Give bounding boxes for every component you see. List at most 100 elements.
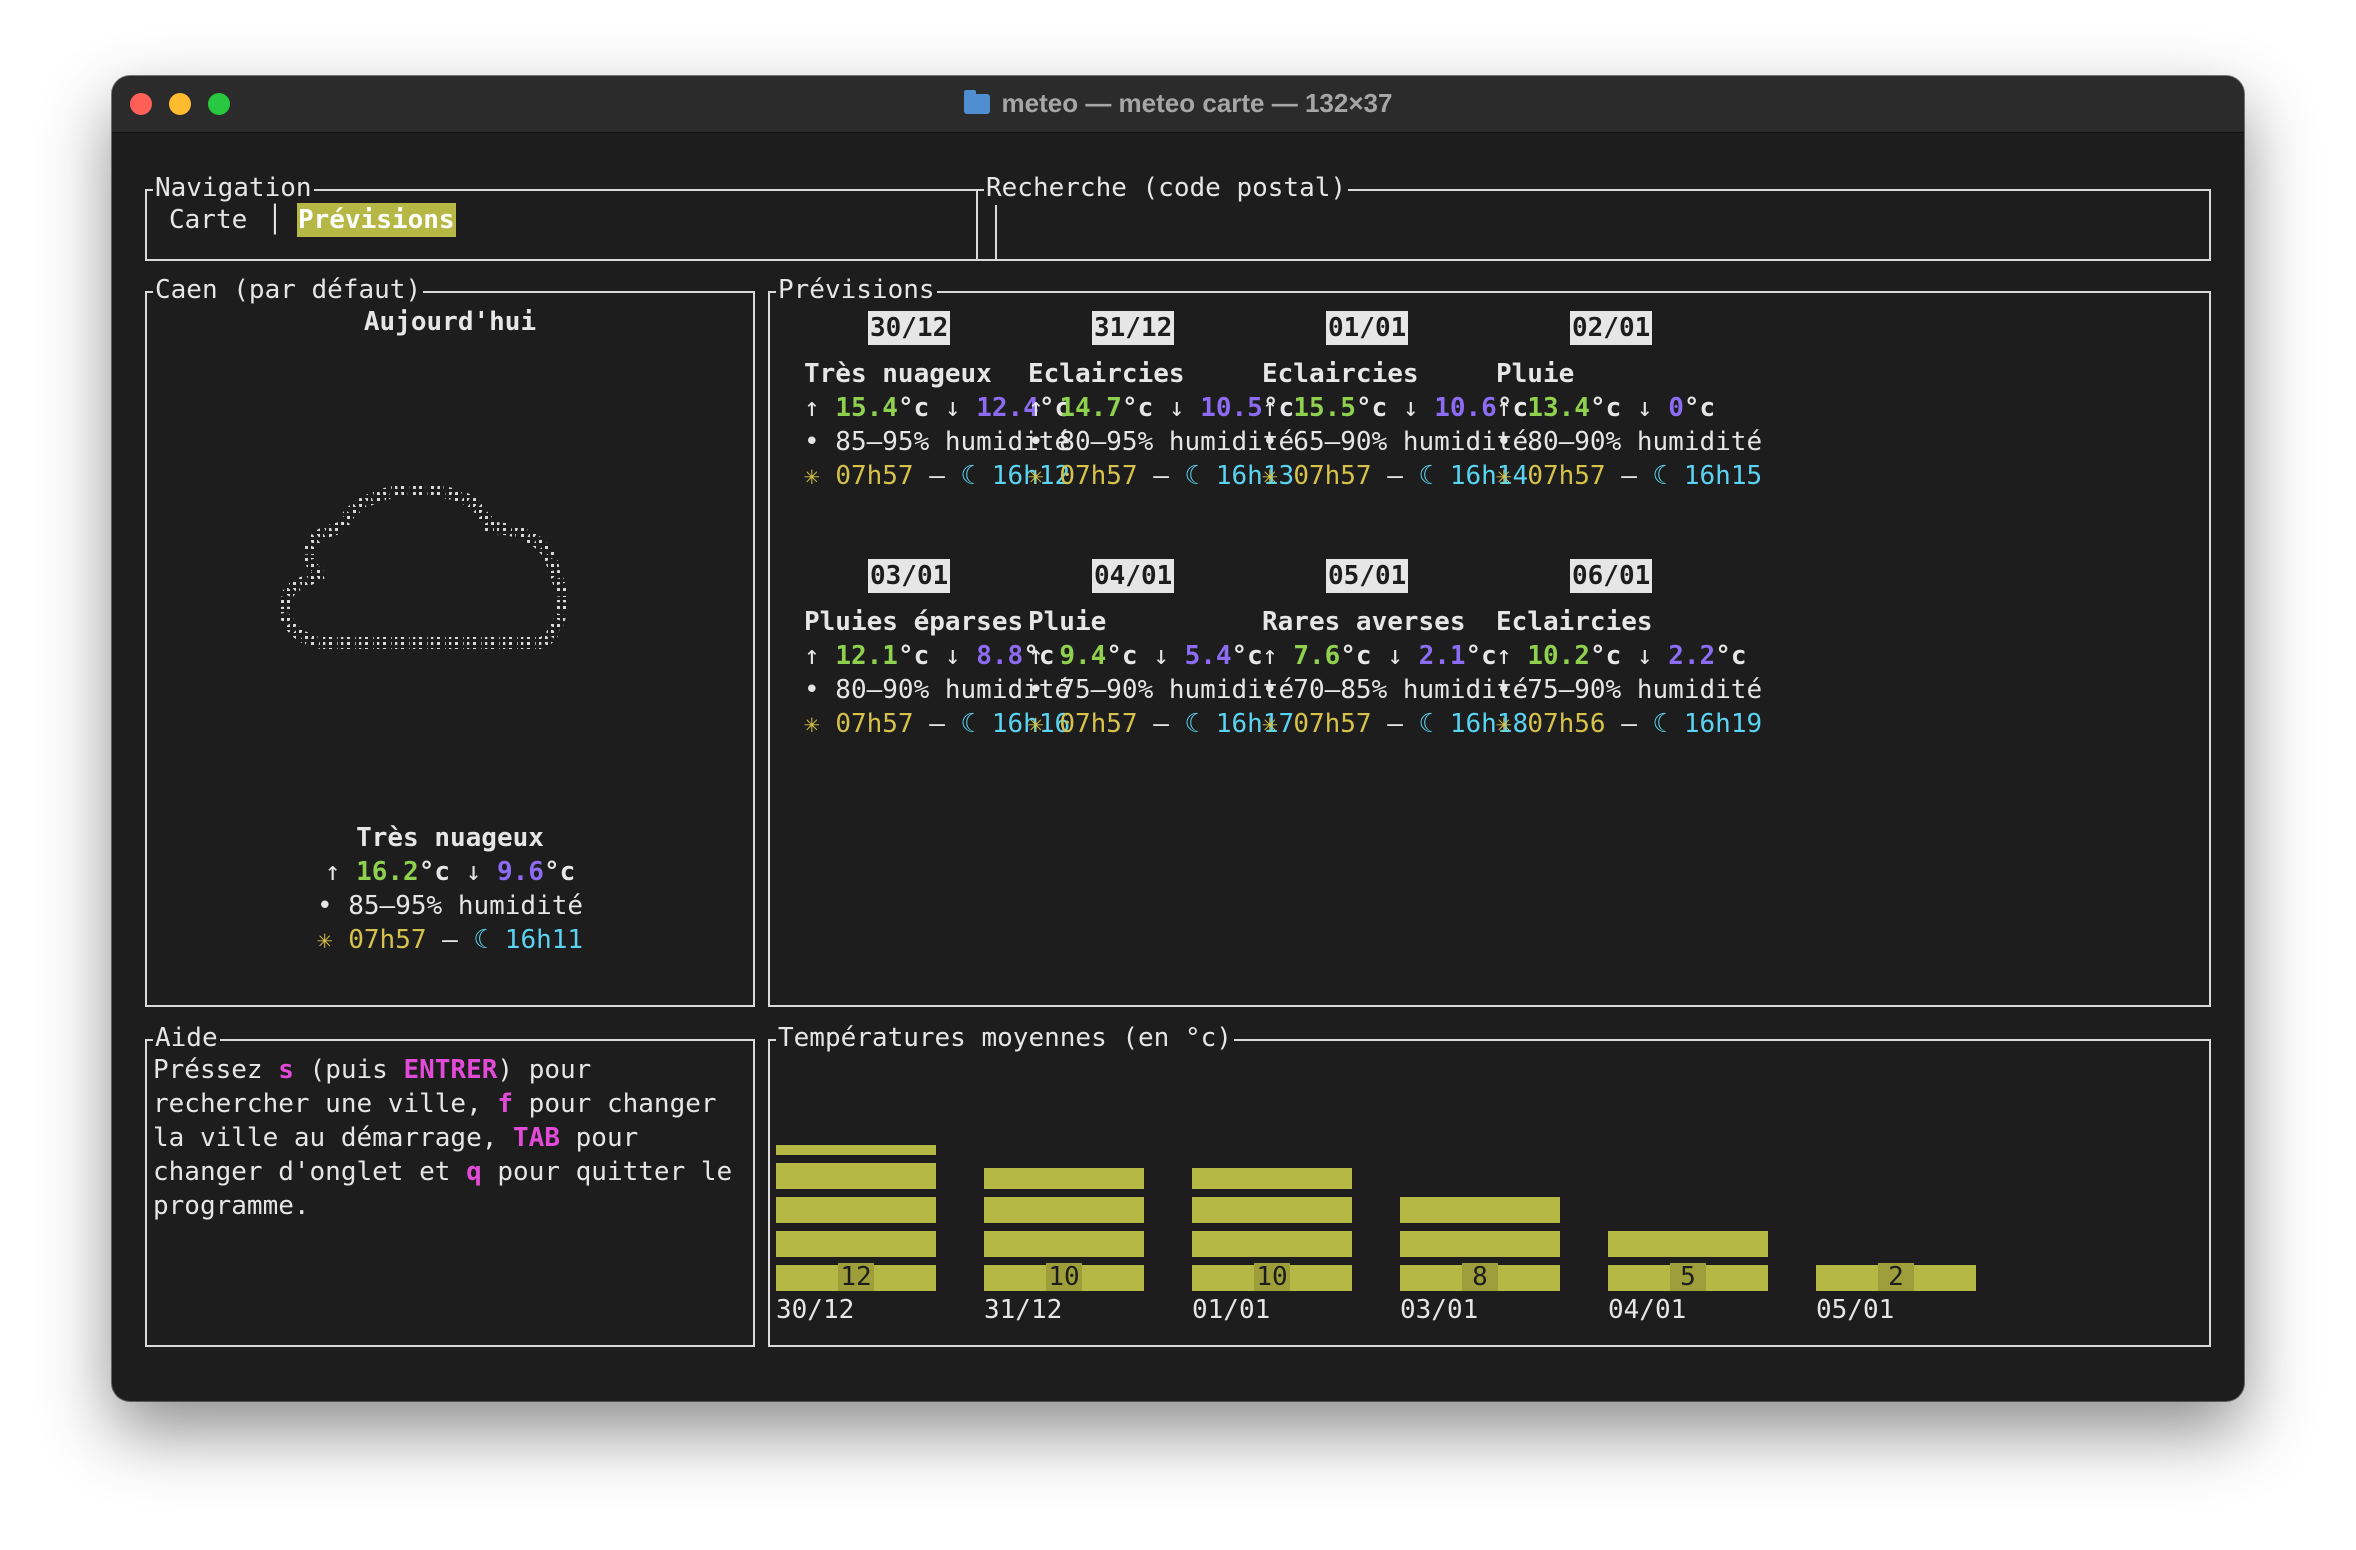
forecast-date: 31/12 xyxy=(1092,311,1175,345)
forecast-sunrise: 07h57 xyxy=(1059,461,1138,491)
up-arrow-icon: ↑ xyxy=(1028,641,1060,671)
forecast-condition: Pluie xyxy=(1028,607,1107,637)
forecast-card: Pluie ↑ 13.4°c ↓ 0°c • 80–90% humidité ✳ 07… xyxy=(1496,357,1762,493)
chart-x-label: 30/12 xyxy=(776,1295,855,1325)
chart-bar-value: 10 xyxy=(1046,1263,1082,1291)
forecast-humidity: • 80–95% humidité xyxy=(1028,427,1295,457)
up-arrow-icon: ↑ xyxy=(1262,641,1294,671)
down-arrow-icon: ↓ xyxy=(1402,393,1435,423)
forecast-sunrise: 07h57 xyxy=(1293,461,1372,491)
navigation-panel: Navigation Carte │ Prévisions xyxy=(145,171,997,261)
dash: – xyxy=(1137,461,1185,491)
sun-icon: ✳ xyxy=(804,709,836,739)
forecast-condition: Eclaircies xyxy=(1496,607,1653,637)
moon-icon: ☾ xyxy=(1652,709,1684,739)
forecast-min-temp: 0 xyxy=(1668,393,1684,423)
forecast-humidity: • 70–85% humidité xyxy=(1262,675,1529,705)
degree-unit: °c xyxy=(1589,393,1637,423)
tab-separator: │ xyxy=(267,205,283,235)
chart-x-label: 05/01 xyxy=(1816,1295,1895,1325)
help-text-span: programme. xyxy=(153,1191,310,1221)
forecast-sunrise: 07h57 xyxy=(1059,709,1138,739)
up-arrow-icon: ↑ xyxy=(1496,641,1528,671)
forecast-title: Prévisions xyxy=(776,273,937,307)
up-arrow-icon: ↑ xyxy=(1262,393,1294,423)
today-condition: Très nuageux xyxy=(356,823,544,853)
title-bar: meteo — meteo carte — 132×37 xyxy=(112,76,2244,133)
forecast-sun-times: ✳ 07h57 – ☾ 16h15 xyxy=(1496,459,1762,493)
moon-icon: ☾ xyxy=(473,925,490,955)
help-text-span: pour changer xyxy=(513,1089,717,1119)
forecast-sun-times: ✳ 07h57 – ☾ 16h14 xyxy=(1262,459,1528,493)
today-sunset: 16h11 xyxy=(504,925,584,955)
forecast-sunset: 16h15 xyxy=(1683,461,1763,491)
forecast-date: 03/01 xyxy=(868,559,951,593)
degree-unit: °c xyxy=(1683,393,1716,423)
help-text: Préssez s (puis ENTRER) pour rechercher u… xyxy=(153,1053,732,1223)
chart-bar-value: 2 xyxy=(1878,1263,1914,1291)
tab-previsions[interactable]: Prévisions xyxy=(297,203,456,237)
forecast-sun-times: ✳ 07h56 – ☾ 16h19 xyxy=(1496,707,1762,741)
forecast-max-temp: 12.1 xyxy=(835,641,898,671)
chart-bar-segment xyxy=(1192,1197,1352,1223)
down-arrow-icon: ↓ xyxy=(1387,641,1419,671)
temperature-chart: 12 30/12 10 31/12 10 01/01 8 03/01 5 04/01 2 05/01 xyxy=(770,1041,2209,1345)
chart-x-label: 01/01 xyxy=(1192,1295,1271,1325)
sun-icon: ✳ xyxy=(1496,461,1528,491)
moon-icon: ☾ xyxy=(1184,461,1216,491)
chart-bar-segment xyxy=(1400,1231,1560,1257)
dash: – xyxy=(1605,461,1653,491)
help-line: Préssez s (puis ENTRER) pour xyxy=(153,1053,732,1087)
forecast-condition: Pluie xyxy=(1496,359,1575,389)
chart-bar-segment xyxy=(1192,1231,1352,1257)
tab-carte[interactable]: Carte xyxy=(169,203,247,237)
degree-unit: °c xyxy=(1121,393,1169,423)
help-line: changer d'onglet et q pour quitter le xyxy=(153,1155,732,1189)
sun-icon: ✳ xyxy=(804,461,836,491)
forecast-max-temp: 15.5 xyxy=(1293,393,1356,423)
forecast-temperatures: ↑ 10.2°c ↓ 2.2°c xyxy=(1496,639,1762,673)
forecast-max-temp: 15.4 xyxy=(835,393,898,423)
forecast-date: 30/12 xyxy=(868,311,951,345)
moon-icon: ☾ xyxy=(1184,709,1216,739)
help-text-span: rechercher une ville, xyxy=(153,1089,498,1119)
today-humidity: • 85–95% humidité xyxy=(316,891,584,921)
chart-bar-segment xyxy=(984,1197,1144,1223)
search-panel[interactable]: Recherche (code postal) xyxy=(976,171,2211,261)
today-max-temp: 16.2 xyxy=(356,857,419,887)
help-line: la ville au démarrage, TAB pour xyxy=(153,1121,732,1155)
up-arrow-icon: ↑ xyxy=(1028,393,1060,423)
forecast-card: Rares averses ↑ 7.6°c ↓ 2.1°c • 70–85% hum… xyxy=(1262,605,1528,741)
sun-icon: ✳ xyxy=(316,925,333,955)
chart-bar-segment xyxy=(1608,1231,1768,1257)
forecast-temperatures: ↑ 9.4°c ↓ 5.4°c xyxy=(1028,639,1294,673)
chart-bar-segment xyxy=(1400,1197,1560,1223)
terminal-window: meteo — meteo carte — 132×37 Navigation … xyxy=(112,76,2244,1401)
search-title: Recherche (code postal) xyxy=(984,171,1349,205)
forecast-condition: Eclaircies xyxy=(1262,359,1419,389)
chart-bar-segment xyxy=(776,1163,936,1189)
degree-unit: °c xyxy=(897,393,945,423)
forecast-sun-times: ✳ 07h57 – ☾ 16h17 xyxy=(1028,707,1294,741)
today-panel: Caen (par défaut) Aujourd'hui Très nuage… xyxy=(145,273,755,1007)
forecast-humidity: • 80–90% humidité xyxy=(1496,427,1763,457)
forecast-sunrise: 07h57 xyxy=(835,709,914,739)
chart-bar-segment xyxy=(984,1168,1144,1189)
chart-bar-segment xyxy=(776,1145,936,1155)
forecast-max-temp: 14.7 xyxy=(1059,393,1122,423)
forecast-date: 02/01 xyxy=(1570,311,1653,345)
sun-icon: ✳ xyxy=(1496,709,1528,739)
forecast-temperatures: ↑ 13.4°c ↓ 0°c xyxy=(1496,391,1762,425)
sun-icon: ✳ xyxy=(1028,461,1060,491)
folder-icon xyxy=(963,90,990,114)
forecast-card: Eclaircies ↑ 10.2°c ↓ 2.2°c • 75–90% humid… xyxy=(1496,605,1762,741)
dash: – xyxy=(1371,709,1419,739)
help-key: ENTRER xyxy=(403,1055,498,1085)
cloud-icon xyxy=(278,483,568,649)
forecast-date: 04/01 xyxy=(1092,559,1175,593)
degree-unit: °c xyxy=(1465,641,1497,671)
moon-icon: ☾ xyxy=(1418,709,1450,739)
sun-icon: ✳ xyxy=(1262,461,1294,491)
forecast-date: 06/01 xyxy=(1570,559,1653,593)
forecast-sun-times: ✳ 07h57 – ☾ 16h13 xyxy=(1028,459,1294,493)
